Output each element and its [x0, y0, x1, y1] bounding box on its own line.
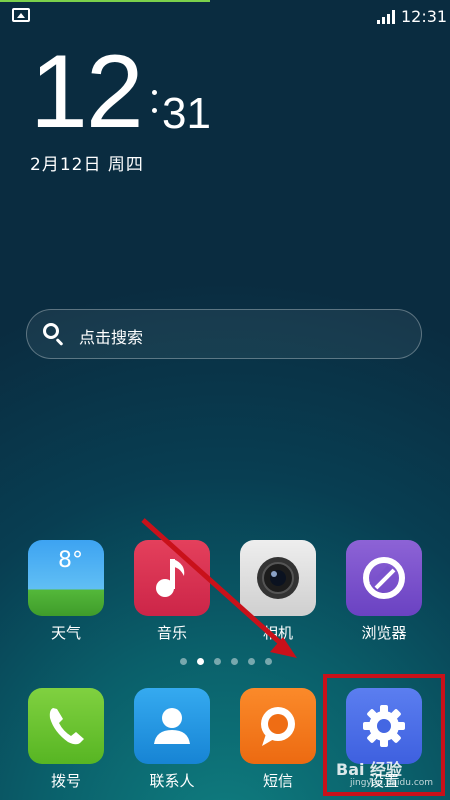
weather-temperature: 8° [58, 548, 83, 573]
search-icon [43, 323, 59, 339]
clock-colon [152, 90, 158, 113]
app-label: 联系人 [149, 772, 195, 790]
page-dot [180, 658, 187, 665]
message-icon [240, 688, 316, 764]
app-label: 拨号 [50, 772, 81, 790]
browser-icon [346, 540, 422, 616]
status-bar: 12:31 [0, 0, 450, 34]
page-dot [265, 658, 272, 665]
dock-contacts[interactable]: 联系人 [132, 688, 212, 791]
app-label: 相机 [262, 624, 293, 642]
page-dot [231, 658, 238, 665]
watermark: Bai 经验 [336, 760, 403, 779]
weather-icon: 8° [28, 540, 104, 616]
contacts-icon [134, 688, 210, 764]
watermark-url: jingyan.baidu.com [350, 778, 434, 788]
gallery-icon [12, 8, 30, 22]
lock-clock: 12 31 [30, 40, 230, 150]
clock-minute: 31 [162, 89, 211, 138]
signal-icon [377, 10, 397, 24]
app-label: 音乐 [156, 624, 187, 642]
page-dot-active [197, 658, 204, 665]
dock-phone[interactable]: 拨号 [26, 688, 106, 791]
page-indicator [180, 658, 280, 666]
app-weather[interactable]: 8° 天气 [26, 540, 106, 643]
status-time: 12:31 [401, 7, 448, 26]
phone-icon [28, 688, 104, 764]
camera-icon [240, 540, 316, 616]
app-camera[interactable]: 相机 [238, 540, 318, 643]
app-label: 浏览器 [361, 624, 407, 642]
search-placeholder: 点击搜索 [79, 328, 144, 347]
page-dot [214, 658, 221, 665]
page-dot [248, 658, 255, 665]
app-label: 天气 [50, 624, 81, 642]
app-label: 短信 [262, 772, 293, 790]
search-bar[interactable]: 点击搜索 [26, 309, 422, 359]
clock-hour: 12 [30, 34, 144, 150]
date-label: 2月12日 周四 [30, 155, 144, 175]
app-music[interactable]: 音乐 [132, 540, 212, 643]
music-note-icon [134, 540, 210, 616]
app-browser[interactable]: 浏览器 [344, 540, 424, 643]
dock-messages[interactable]: 短信 [238, 688, 318, 791]
